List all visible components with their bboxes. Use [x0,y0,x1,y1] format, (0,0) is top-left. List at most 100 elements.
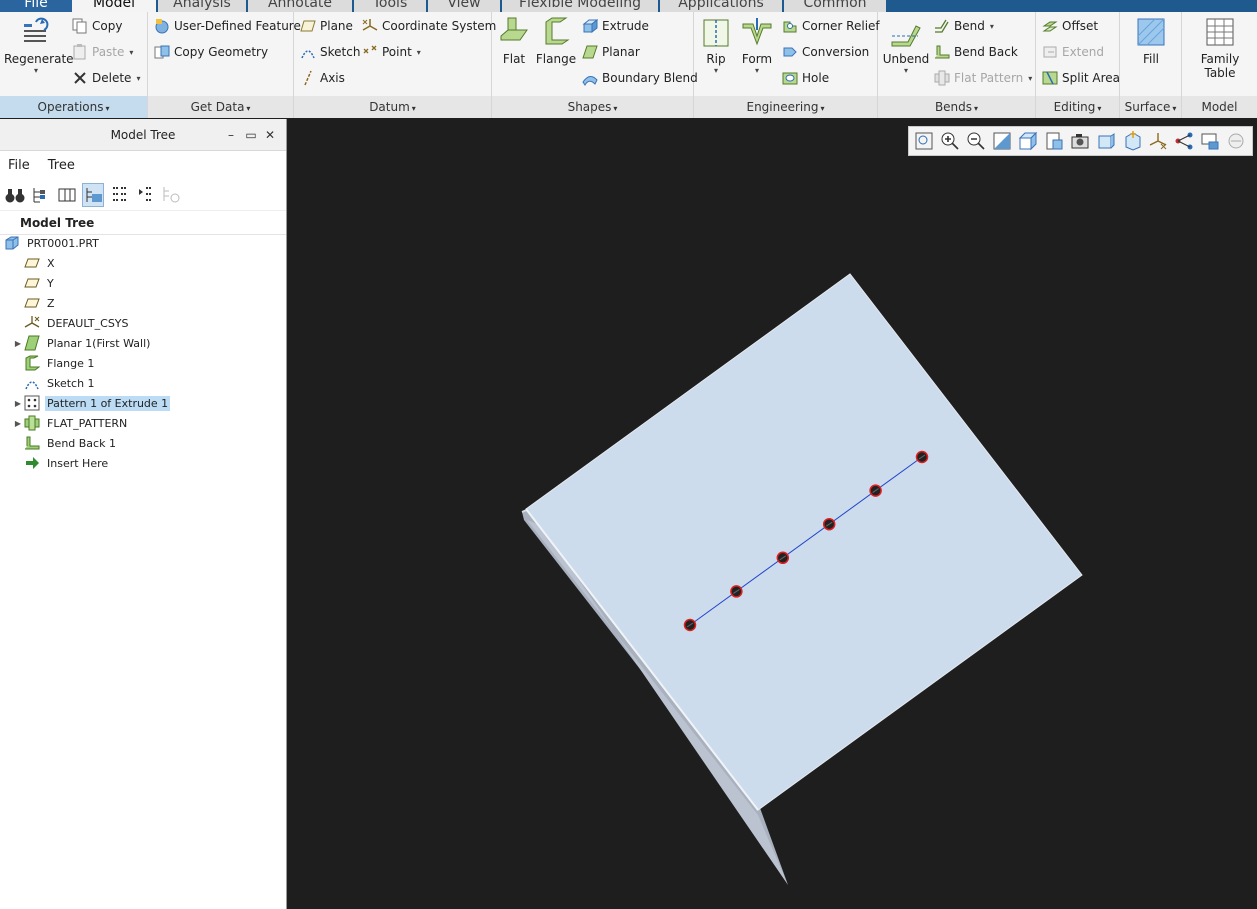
split-area-icon [1042,70,1058,86]
conversion-button[interactable]: Conversion [782,43,869,61]
paste-button[interactable]: Paste ▾ [72,43,133,61]
group-surface: Fill Surface ▾ [1120,12,1182,118]
flange-icon [24,355,41,371]
tree-menu-tree[interactable]: Tree [48,158,75,173]
csys-icon [24,315,40,331]
tree-item-bend-back-1[interactable]: Bend Back 1 [12,433,118,453]
datum-plane-icon [24,255,40,271]
find-binoculars-icon[interactable] [4,183,26,207]
show-tree-icon[interactable] [82,182,104,207]
tree-item-insert-here[interactable]: Insert Here [12,453,110,473]
model-tree-toolbar [0,179,286,211]
shapes-group-menu[interactable]: Shapes ▾ [492,96,693,118]
tree-item-z[interactable]: Z [12,293,57,313]
tab-annotate[interactable]: Annotate [248,0,352,12]
udf-icon [154,18,170,34]
tree-item-x[interactable]: X [12,253,57,273]
tab-model[interactable]: Model [72,0,156,12]
datum-plane-icon [300,18,316,34]
corner-relief-button[interactable]: Corner Relief [782,17,880,35]
extrude-button[interactable]: Extrude [582,17,649,35]
tree-item-flat-pattern[interactable]: ▶ FLAT_PATTERN [12,413,129,433]
sketch-button[interactable]: Sketch [300,43,360,61]
bends-group-menu[interactable]: Bends ▾ [878,96,1035,118]
model-tree-titlebar: Model Tree – ▭ ✕ [0,119,286,151]
maximize-button[interactable]: ▭ [242,119,260,151]
delete-button[interactable]: Delete ▾ [72,69,140,87]
graphics-viewport[interactable] [288,119,1257,909]
plane-button[interactable]: Plane [300,17,353,35]
tab-applications[interactable]: Applications [660,0,782,12]
extend-button[interactable]: Extend [1042,43,1104,61]
expand-triangle-icon[interactable]: ▶ [12,419,24,428]
coordinate-system-button[interactable]: Coordinate System [362,17,496,35]
user-defined-feature-button[interactable]: User-Defined Feature [154,17,301,35]
group-bends: Unbend ▾ Bend ▾ Bend Back Flat Pattern ▾ B… [878,12,1036,118]
corner-relief-icon [782,18,798,34]
regenerate-button[interactable]: Regenerate ▾ [4,16,74,76]
tree-item-label: Pattern 1 of Extrude 1 [45,395,171,411]
expand-all-icon[interactable] [108,183,130,207]
expand-triangle-icon[interactable]: ▶ [12,399,24,408]
copy-geometry-button[interactable]: Copy Geometry [154,43,268,61]
axis-button[interactable]: Axis [300,69,345,87]
operations-group-menu[interactable]: Operations ▾ [0,96,147,118]
hole-button[interactable]: Hole [782,69,829,87]
tab-flexible-modeling[interactable]: Flexible Modeling [502,0,658,12]
tree-item-prt0001[interactable]: PRT0001.PRT [4,233,101,253]
form-icon [741,16,773,48]
flange-button[interactable]: Flange [530,16,582,66]
datum-plane-icon [24,275,40,291]
family-table-button[interactable]: Family Table [1194,16,1246,80]
bend-button[interactable]: Bend ▾ [934,17,994,35]
tree-item-pattern-1[interactable]: ▶ Pattern 1 of Extrude 1 [12,393,171,413]
tree-item-label: Insert Here [47,456,109,470]
flat-pattern-button[interactable]: Flat Pattern ▾ [934,69,1032,87]
tree-menu-file[interactable]: File [8,158,30,173]
tree-item-label: X [47,256,55,270]
copy-button[interactable]: Copy [72,17,122,35]
tab-tools[interactable]: Tools [354,0,426,12]
delete-x-icon [72,70,88,86]
fill-button[interactable]: Fill [1125,16,1177,66]
get-data-group-menu[interactable]: Get Data ▾ [148,96,293,118]
tree-columns-icon[interactable] [56,183,78,207]
tree-item-planar-1[interactable]: ▶ Planar 1(First Wall) [12,333,152,353]
tree-item-y[interactable]: Y [12,273,56,293]
axis-icon [300,70,316,86]
hole-icon [782,70,798,86]
offset-button[interactable]: Offset [1042,17,1098,35]
tree-item-label: Y [47,276,54,290]
unbend-icon [890,16,922,48]
group-get-data: User-Defined Feature Copy Geometry Get D… [148,12,301,118]
unbend-button[interactable]: Unbend ▾ [880,16,932,76]
tree-item-default-csys[interactable]: DEFAULT_CSYS [12,313,131,333]
bend-back-button[interactable]: Bend Back [934,43,1018,61]
engineering-group-menu[interactable]: Engineering ▾ [694,96,877,118]
tab-file[interactable]: File [0,0,72,12]
planar-button[interactable]: Planar [582,43,640,61]
tree-item-label: Bend Back 1 [47,436,116,450]
minimize-button[interactable]: – [222,119,240,151]
datum-group-menu[interactable]: Datum ▾ [294,96,491,118]
bend-back-icon [934,44,950,60]
model-intent-group-menu[interactable]: Model Intent [1182,96,1257,136]
tree-filter-icon[interactable] [30,183,52,207]
surface-group-menu[interactable]: Surface ▾ [1120,96,1181,118]
tab-common[interactable]: Common [784,0,886,12]
form-button[interactable]: Form ▾ [731,16,783,76]
boundary-blend-button[interactable]: Boundary Blend [582,69,698,87]
bend-back-icon [24,435,40,451]
editing-group-menu[interactable]: Editing ▾ [1036,96,1119,118]
tree-item-flange-1[interactable]: Flange 1 [12,353,96,373]
point-button[interactable]: Point ▾ [362,43,421,61]
close-button[interactable]: ✕ [261,119,279,151]
collapse-all-icon[interactable] [134,183,156,207]
tree-item-sketch-1[interactable]: Sketch 1 [12,373,97,393]
tab-view[interactable]: View [428,0,500,12]
datum-point-icon [362,44,378,60]
regenerate-icon [20,16,52,48]
split-area-button[interactable]: Split Area [1042,69,1120,87]
tab-analysis[interactable]: Analysis [158,0,246,12]
expand-triangle-icon[interactable]: ▶ [12,339,24,348]
